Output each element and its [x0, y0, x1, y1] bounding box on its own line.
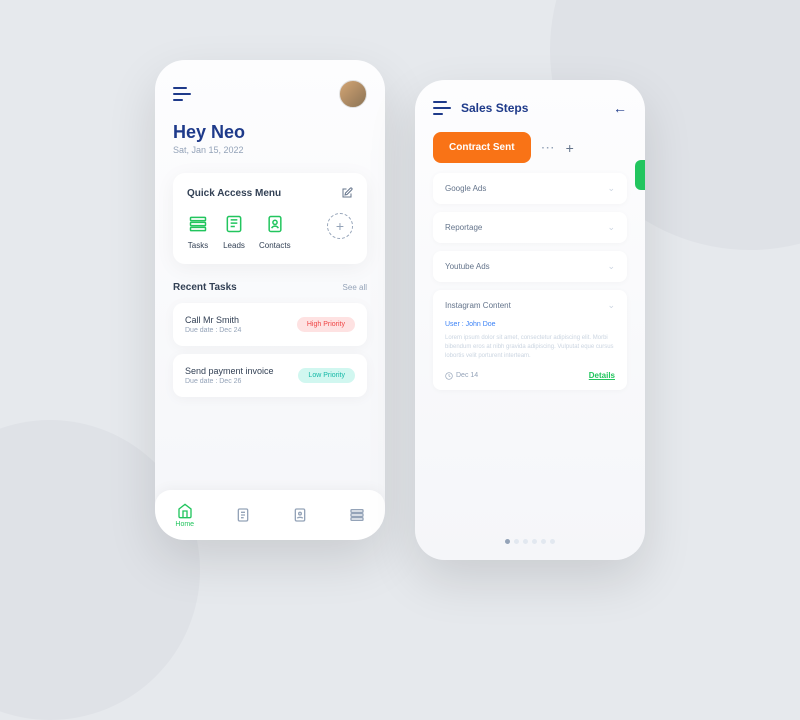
greeting-text: Hey Neo: [173, 122, 367, 143]
sales-item[interactable]: Google Ads ⌄: [433, 173, 627, 204]
nav-contacts[interactable]: [292, 507, 308, 523]
avatar[interactable]: [339, 80, 367, 108]
sales-item-text: Lorem ipsum dolor sit amet, consectetur …: [445, 334, 615, 361]
sales-item-date: Dec 14: [445, 372, 478, 380]
task-title: Call Mr Smith: [185, 315, 241, 325]
add-button[interactable]: +: [566, 140, 574, 156]
task-due: Due date : Dec 26: [185, 378, 274, 385]
side-tab-indicator[interactable]: [635, 160, 645, 190]
back-button[interactable]: ←: [613, 100, 627, 116]
menu-icon[interactable]: [433, 101, 451, 115]
details-link[interactable]: Details: [589, 371, 615, 380]
clock-icon: [445, 372, 453, 380]
menu-icon[interactable]: [173, 87, 191, 101]
task-card[interactable]: Call Mr Smith Due date : Dec 24 High Pri…: [173, 303, 367, 346]
sales-item-expanded[interactable]: Instagram Content ⌄ User : John Doe Lorem…: [433, 290, 627, 390]
edit-icon[interactable]: [341, 187, 353, 199]
task-due: Due date : Dec 24: [185, 327, 241, 334]
sales-item[interactable]: Reportage ⌄: [433, 212, 627, 243]
priority-badge-high: High Priority: [297, 317, 355, 332]
sales-item-title: Google Ads: [445, 184, 486, 193]
leads-icon: [223, 213, 245, 235]
person-icon: [292, 507, 308, 523]
quick-access-label: Tasks: [188, 241, 208, 250]
home-header: [173, 80, 367, 108]
sales-screen: Sales Steps ← Contract Sent ⋯ + Google A…: [415, 80, 645, 560]
chevron-down-icon: ⌄: [607, 261, 615, 272]
home-icon: [177, 503, 193, 519]
recent-tasks-title: Recent Tasks: [173, 282, 237, 293]
tasks-icon: [187, 213, 209, 235]
sales-item-user: User : John Doe: [445, 321, 615, 328]
sales-header: Sales Steps ←: [433, 100, 627, 116]
sales-item[interactable]: Youtube Ads ⌄: [433, 251, 627, 282]
contract-sent-button[interactable]: Contract Sent: [433, 132, 531, 163]
quick-access-leads[interactable]: Leads: [223, 213, 245, 250]
task-card[interactable]: Send payment invoice Due date : Dec 26 L…: [173, 354, 367, 397]
quick-access-card: Quick Access Menu Tasks Leads Contacts +: [173, 173, 367, 264]
nav-tasks[interactable]: [235, 507, 251, 523]
priority-badge-low: Low Priority: [298, 368, 355, 383]
stack-icon: [349, 507, 365, 523]
more-icon[interactable]: ⋯: [541, 139, 556, 156]
date-text: Sat, Jan 15, 2022: [173, 145, 367, 155]
chevron-down-icon: ⌄: [607, 300, 615, 311]
quick-access-tasks[interactable]: Tasks: [187, 213, 209, 250]
sales-item-date-text: Dec 14: [456, 372, 478, 379]
page-indicator: [505, 539, 555, 544]
task-title: Send payment invoice: [185, 366, 274, 376]
sales-item-title: Youtube Ads: [445, 262, 490, 271]
bottom-nav: Home: [155, 490, 385, 540]
quick-access-label: Leads: [223, 241, 245, 250]
quick-access-contacts[interactable]: Contacts: [259, 213, 291, 250]
nav-home[interactable]: Home: [175, 503, 194, 528]
sales-title: Sales Steps: [461, 101, 528, 115]
add-quick-access-button[interactable]: +: [327, 213, 353, 239]
chevron-down-icon: ⌄: [607, 222, 615, 233]
nav-home-label: Home: [175, 521, 194, 528]
contacts-icon: [264, 213, 286, 235]
sales-item-title: Instagram Content: [445, 301, 511, 310]
home-screen: Hey Neo Sat, Jan 15, 2022 Quick Access M…: [155, 60, 385, 540]
quick-access-label: Contacts: [259, 241, 291, 250]
see-all-link[interactable]: See all: [343, 283, 367, 292]
quick-access-title: Quick Access Menu: [187, 188, 281, 199]
clipboard-icon: [235, 507, 251, 523]
sales-item-title: Reportage: [445, 223, 482, 232]
chevron-down-icon: ⌄: [607, 183, 615, 194]
nav-data[interactable]: [349, 507, 365, 523]
